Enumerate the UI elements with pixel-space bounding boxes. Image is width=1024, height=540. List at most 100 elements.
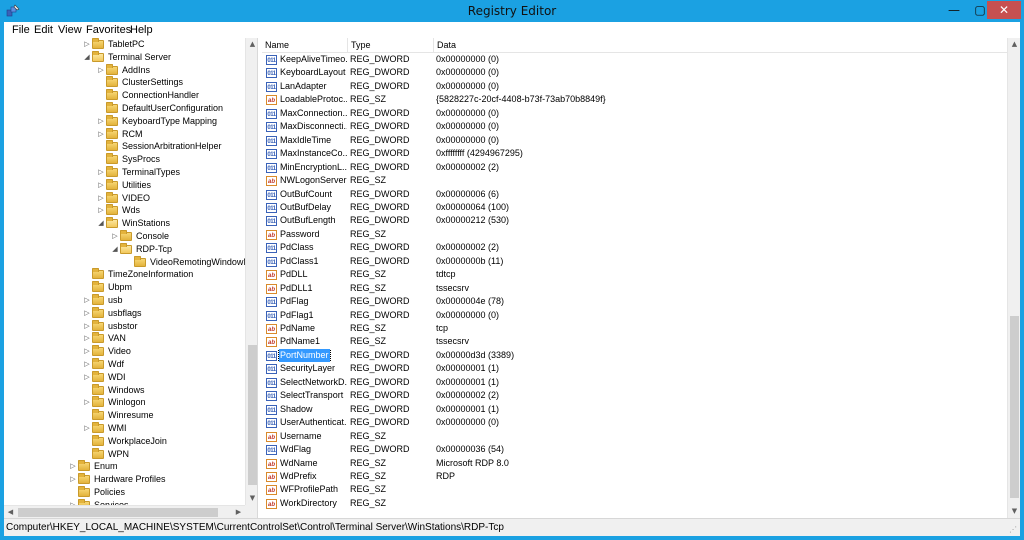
tree-item[interactable]: ▷ Hardware Profiles <box>68 473 166 486</box>
collapse-arrow-icon[interactable]: ◢ <box>82 51 92 64</box>
value-row[interactable]: ab WorkDirectory REG_SZ <box>262 497 1007 511</box>
tree-item[interactable]: WorkplaceJoin <box>82 434 167 448</box>
tree-hscroll-thumb[interactable] <box>18 508 218 517</box>
expand-arrow-icon[interactable]: ▷ <box>96 64 106 77</box>
tree-item[interactable]: DefaultUserConfiguration <box>96 102 223 115</box>
value-row[interactable]: 011 SecurityLayer REG_DWORD 0x00000001 (1) <box>262 362 1007 376</box>
value-row[interactable]: ab PdDLL REG_SZ tdtcp <box>262 268 1007 282</box>
value-row[interactable]: 011 SelectNetworkD... REG_DWORD 0x00000001 … <box>262 376 1007 390</box>
tree-item[interactable]: SessionArbitrationHelper <box>96 140 222 153</box>
value-row[interactable]: 011 MinEncryptionL... REG_DWORD 0x00000002 … <box>262 161 1007 175</box>
expand-arrow-icon[interactable]: ▷ <box>82 332 92 345</box>
value-row[interactable]: 011 Shadow REG_DWORD 0x00000001 (1) <box>262 403 1007 417</box>
value-row[interactable]: ab WdPrefix REG_SZ RDP <box>262 470 1007 484</box>
tree-item[interactable]: ▷ Winlogon <box>82 396 146 409</box>
value-row[interactable]: 011 UserAuthenticat... REG_DWORD 0x00000000… <box>262 416 1007 430</box>
value-row[interactable]: 011 PdFlag1 REG_DWORD 0x00000000 (0) <box>262 309 1007 323</box>
tree-item[interactable]: ◢ WinStations <box>96 217 170 230</box>
resize-grip-icon[interactable]: ⋰ <box>1009 525 1019 535</box>
value-row[interactable]: ab LoadableProtoc... REG_SZ {5828227c-20cf-… <box>262 93 1007 107</box>
expand-arrow-icon[interactable]: ▷ <box>96 204 106 217</box>
value-row[interactable]: 011 PortNumber REG_DWORD 0x00000d3d (3389) <box>262 348 1007 363</box>
scroll-down-arrow-icon[interactable]: ▼ <box>246 492 257 505</box>
expand-arrow-icon[interactable]: ▷ <box>82 371 92 384</box>
tree-item[interactable]: ▷ Video <box>82 345 131 358</box>
tree-item[interactable]: WPN <box>82 447 129 461</box>
column-header-type[interactable]: Type <box>348 38 434 53</box>
value-row[interactable]: 011 WdFlag REG_DWORD 0x00000036 (54) <box>262 443 1007 457</box>
scroll-down-arrow-icon[interactable]: ▼ <box>1008 505 1020 518</box>
minimize-button[interactable]: — <box>941 1 967 19</box>
tree-item[interactable]: ▷ usbflags <box>82 306 142 320</box>
list-scroll-thumb[interactable] <box>1010 316 1019 498</box>
value-row[interactable]: 011 MaxIdleTime REG_DWORD 0x00000000 (0) <box>262 134 1007 148</box>
expand-arrow-icon[interactable]: ▷ <box>96 179 106 192</box>
tree-item[interactable]: ▷ VIDEO <box>96 191 150 205</box>
tree-item[interactable]: Windows <box>82 383 145 397</box>
value-row[interactable]: 011 PdFlag REG_DWORD 0x0000004e (78) <box>262 295 1007 309</box>
value-row[interactable]: ab Username REG_SZ <box>262 430 1007 444</box>
tree-horizontal-scrollbar[interactable]: ◀ ▶ <box>4 505 245 518</box>
tree-item[interactable]: ▷ Wdf <box>82 358 124 371</box>
tree-item[interactable]: ▷ Utilities <box>96 178 151 192</box>
title-bar[interactable]: Registry Editor — ▢ ✕ <box>0 0 1024 22</box>
value-row[interactable]: ab WdName REG_SZ Microsoft RDP 8.0 <box>262 457 1007 471</box>
column-header-data[interactable]: Data <box>434 38 1007 53</box>
tree-item[interactable]: ▷ Wds <box>96 204 140 217</box>
tree-item[interactable]: ▷ AddIns <box>96 63 150 77</box>
scroll-up-arrow-icon[interactable]: ▲ <box>246 38 257 51</box>
tree-item[interactable]: ◢ Terminal Server <box>82 50 171 64</box>
value-row[interactable]: 011 PdClass1 REG_DWORD 0x0000000b (11) <box>262 255 1007 269</box>
column-header-name[interactable]: Name <box>262 38 348 53</box>
tree-item[interactable]: Winresume <box>82 409 154 422</box>
tree-item[interactable]: ▷ TabletPC <box>82 38 145 51</box>
value-row[interactable]: 011 KeepAliveTimeo... REG_DWORD 0x00000000 … <box>262 53 1007 67</box>
tree-item[interactable]: Ubpm <box>82 281 132 294</box>
tree-item[interactable]: ▷ RCM <box>96 127 143 141</box>
menu-favorites[interactable]: Favorites <box>84 22 133 38</box>
value-row[interactable]: ab Password REG_SZ <box>262 228 1007 242</box>
value-row[interactable]: ab PdName REG_SZ tcp <box>262 322 1007 336</box>
value-row[interactable]: ab WFProfilePath REG_SZ <box>262 483 1007 497</box>
value-row[interactable]: ab PdDLL1 REG_SZ tssecsrv <box>262 282 1007 296</box>
expand-arrow-icon[interactable]: ▷ <box>96 115 106 128</box>
expand-arrow-icon[interactable]: ▷ <box>82 422 92 435</box>
value-row[interactable]: 011 MaxConnection... REG_DWORD 0x00000000 (… <box>262 107 1007 121</box>
collapse-arrow-icon[interactable]: ◢ <box>110 243 120 256</box>
list-vertical-scrollbar[interactable]: ▲ ▼ <box>1007 38 1020 518</box>
expand-arrow-icon[interactable]: ▷ <box>82 307 92 320</box>
tree-item[interactable]: ▷ WDI <box>82 370 126 384</box>
value-row[interactable]: ab PdName1 REG_SZ tssecsrv <box>262 335 1007 349</box>
value-row[interactable]: 011 OutBufDelay REG_DWORD 0x00000064 (100) <box>262 201 1007 215</box>
tree-vertical-scrollbar[interactable]: ▲ ▼ <box>245 38 257 505</box>
expand-arrow-icon[interactable]: ▷ <box>96 166 106 179</box>
collapse-arrow-icon[interactable]: ◢ <box>96 217 106 230</box>
expand-arrow-icon[interactable]: ▷ <box>68 473 78 486</box>
tree-item[interactable]: ▷ VAN <box>82 332 126 345</box>
expand-arrow-icon[interactable]: ▷ <box>82 396 92 409</box>
tree-item[interactable]: ▷ Console <box>110 230 169 243</box>
tree-item[interactable]: ClusterSettings <box>96 76 183 89</box>
value-row[interactable]: 011 OutBufCount REG_DWORD 0x00000006 (6) <box>262 188 1007 202</box>
expand-arrow-icon[interactable]: ▷ <box>110 230 120 243</box>
tree-scroll-thumb[interactable] <box>248 345 257 485</box>
expand-arrow-icon[interactable]: ▷ <box>82 320 92 333</box>
expand-arrow-icon[interactable]: ▷ <box>82 38 92 51</box>
tree-item[interactable]: SysProcs <box>96 153 160 166</box>
tree-item[interactable]: ConnectionHandler <box>96 89 199 102</box>
tree-item[interactable]: ◢ RDP-Tcp <box>110 242 173 256</box>
tree-item[interactable]: ▷ WMI <box>82 422 127 435</box>
value-row[interactable]: 011 OutBufLength REG_DWORD 0x00000212 (530) <box>262 214 1007 228</box>
tree-item[interactable]: VideoRemotingWindowN <box>124 255 245 269</box>
expand-arrow-icon[interactable]: ▷ <box>68 460 78 473</box>
expand-arrow-icon[interactable]: ▷ <box>96 192 106 205</box>
value-row[interactable]: ab NWLogonServer REG_SZ <box>262 174 1007 188</box>
tree-item[interactable]: ▷ usb <box>82 294 123 307</box>
expand-arrow-icon[interactable]: ▷ <box>96 128 106 141</box>
tree-item[interactable]: ▷ KeyboardType Mapping <box>96 114 217 128</box>
expand-arrow-icon[interactable]: ▷ <box>82 294 92 307</box>
menu-help[interactable]: Help <box>128 22 155 38</box>
scroll-right-arrow-icon[interactable]: ▶ <box>232 506 245 518</box>
tree-item[interactable]: Policies <box>68 486 125 499</box>
menu-edit[interactable]: Edit <box>32 22 55 38</box>
